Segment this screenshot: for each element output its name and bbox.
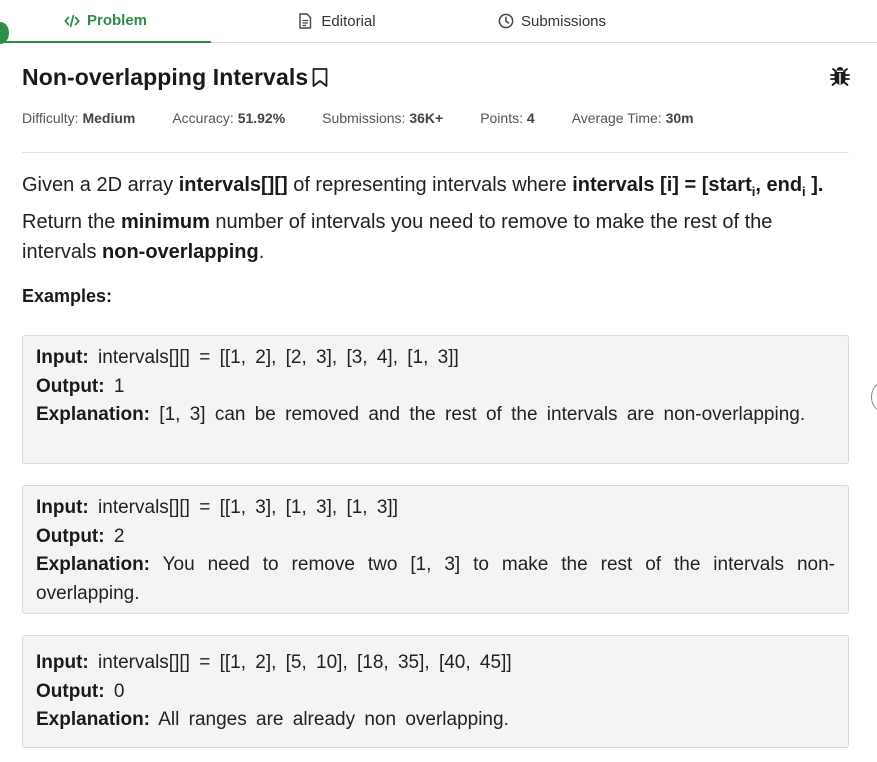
bookmark-icon[interactable] (311, 66, 329, 88)
desc-bold-part: ]. (805, 174, 824, 196)
accuracy-label: Accuracy: (172, 110, 234, 126)
accuracy: Accuracy: 51.92% (172, 110, 285, 130)
panel-resize-handle[interactable] (871, 383, 877, 411)
examples-heading: Examples: (22, 286, 113, 306)
accuracy-value: 51.92% (237, 110, 286, 126)
average-time-value: 30m (665, 110, 694, 126)
desc-text: . (258, 241, 265, 263)
output-value: 1 (113, 375, 125, 397)
output-label: Output: (36, 680, 105, 702)
explanation-label: Explanation: (36, 554, 151, 575)
desc-bold-part: intervals [i] = [start (572, 174, 752, 196)
output-value: 0 (113, 680, 125, 702)
submissions-count: Submissions: 36K+ (322, 110, 443, 130)
explanation-label: Explanation: (36, 709, 151, 730)
problem-description: Given a 2D array intervals[][] of repres… (22, 170, 852, 267)
submissions-value: 36K+ (409, 110, 444, 126)
desc-bold-part: , end (755, 174, 803, 196)
explanation-label: Explanation: (36, 404, 151, 425)
problem-meta: Difficulty: Medium Accuracy: 51.92% Subm… (22, 110, 731, 130)
points-value: 4 (526, 110, 535, 126)
divider (22, 152, 849, 153)
submissions-label: Submissions: (322, 110, 406, 126)
tab-bar: Problem Editorial Submissions (0, 0, 877, 44)
tab-submissions-label: Submissions (520, 12, 607, 30)
code-icon (64, 13, 80, 29)
input-label: Input: (36, 652, 89, 673)
title-row: Non-overlapping Intervals (22, 62, 852, 92)
output-value: 2 (113, 525, 125, 547)
input-value: intervals[][] = [[1, 2], [5, 10], [18, 3… (98, 652, 512, 673)
example-box: Input: intervals[][] = [[1, 3], [1, 3], … (22, 485, 849, 614)
desc-bold: non-overlapping (102, 241, 259, 263)
example-input: Input: intervals[][] = [[1, 2], [2, 3], … (36, 344, 835, 373)
document-icon (298, 13, 314, 29)
example-output: Output: 2 (36, 523, 835, 552)
desc-text: Given a 2D array (22, 174, 179, 196)
example-explanation: Explanation: [1, 3] can be removed and t… (36, 401, 835, 430)
example-output: Output: 0 (36, 678, 835, 707)
example-explanation: Explanation: All ranges are already non … (36, 706, 835, 735)
desc-text: Return the (22, 211, 121, 233)
input-label: Input: (36, 497, 89, 518)
bug-icon[interactable] (828, 64, 852, 88)
problem-page: Problem Editorial Submissions Non-overla… (0, 0, 877, 762)
desc-text: of representing intervals where (287, 174, 573, 196)
example-output: Output: 1 (36, 373, 835, 402)
output-label: Output: (36, 375, 105, 397)
difficulty-label: Difficulty: (22, 110, 79, 126)
example-box: Input: intervals[][] = [[1, 2], [5, 10],… (22, 635, 849, 748)
desc-bold: intervals [i] = [starti, endi ]. (572, 174, 824, 199)
difficulty-value: Medium (82, 110, 136, 126)
tab-problem-label: Problem (86, 12, 147, 29)
tab-editorial-label: Editorial (321, 12, 376, 30)
input-label: Input: (36, 347, 89, 368)
points-label: Points: (480, 110, 523, 126)
page-title: Non-overlapping Intervals (22, 63, 309, 90)
clock-icon (498, 13, 514, 29)
tab-submissions[interactable]: Submissions (463, 0, 641, 42)
explanation-value: All ranges are already non overlapping. (158, 709, 509, 730)
example-input: Input: intervals[][] = [[1, 2], [5, 10],… (36, 649, 835, 678)
desc-bold: minimum (120, 211, 210, 233)
input-value: intervals[][] = [[1, 3], [1, 3], [1, 3]] (98, 497, 398, 518)
average-time: Average Time: 30m (572, 110, 694, 130)
example-box: Input: intervals[][] = [[1, 2], [2, 3], … (22, 335, 849, 464)
output-label: Output: (36, 525, 105, 547)
tab-problem[interactable]: Problem (0, 0, 211, 43)
points: Points: 4 (480, 110, 535, 130)
input-value: intervals[][] = [[1, 2], [2, 3], [3, 4],… (98, 347, 459, 368)
example-explanation: Explanation: You need to remove two [1, … (36, 551, 835, 608)
explanation-value: You need to remove two [1, 3] to make th… (36, 554, 836, 604)
desc-bold: intervals[][] (178, 174, 288, 196)
tab-editorial[interactable]: Editorial (211, 0, 463, 42)
explanation-value: [1, 3] can be removed and the rest of th… (159, 404, 806, 425)
difficulty: Difficulty: Medium (22, 110, 135, 130)
example-input: Input: intervals[][] = [[1, 3], [1, 3], … (36, 494, 835, 523)
average-time-label: Average Time: (571, 110, 662, 126)
